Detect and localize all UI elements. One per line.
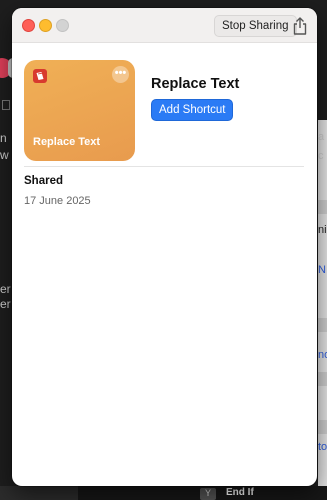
shortcut-card[interactable]: ••• Replace Text (24, 60, 135, 161)
background-if-chip: Y (200, 488, 216, 500)
background-text-fragment: w (0, 148, 9, 162)
stop-sharing-button[interactable]: Stop Sharing (214, 15, 297, 37)
background-text-fragment: n (0, 131, 7, 145)
title-bar: Stop Sharing (12, 8, 317, 43)
background-bottom-leftbar (0, 486, 78, 500)
background-checkbox (2, 100, 10, 110)
background-text-fragment: c (318, 150, 324, 162)
background-text-fragment: ni (318, 224, 327, 236)
background-end-if-label: End If (226, 487, 254, 498)
divider (24, 166, 304, 167)
background-text-fragment: er (0, 282, 11, 296)
background-panel-band (318, 318, 327, 332)
minimize-window-button[interactable] (39, 19, 52, 32)
shortcut-name: Replace Text (151, 76, 240, 92)
add-shortcut-button[interactable]: Add Shortcut (151, 99, 234, 121)
background-text-fragment: a (318, 131, 325, 143)
background-link-fragment: to (318, 441, 327, 453)
background-panel-band (318, 372, 327, 386)
shared-heading: Shared (24, 175, 63, 187)
shared-date: 17 June 2025 (24, 195, 91, 207)
share-icon[interactable] (292, 16, 308, 36)
zoom-window-button[interactable] (56, 19, 69, 32)
more-options-icon[interactable]: ••• (112, 66, 129, 83)
background-link-fragment: no (318, 349, 327, 361)
shortcut-card-title: Replace Text (33, 136, 101, 148)
background-bottom-bar: Y End If (0, 486, 327, 500)
shared-shortcut-window: Stop Sharing ••• Replace Text Replace Te… (12, 8, 317, 486)
close-window-button[interactable] (22, 19, 35, 32)
background-text-fragment: er (0, 297, 11, 311)
pdf-app-icon (33, 69, 47, 83)
background-link-fragment: N (318, 264, 326, 276)
background-panel-band (318, 420, 327, 434)
background-panel-band (318, 200, 327, 214)
